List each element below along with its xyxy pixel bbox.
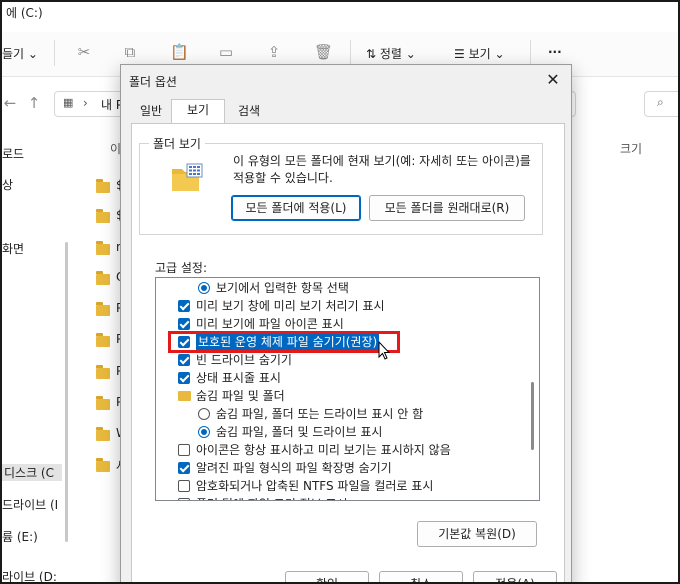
cut-icon[interactable]: ✂ xyxy=(76,43,92,61)
advanced-setting-label: 보기에서 입력한 항목 선택 xyxy=(216,281,349,295)
annotation-highlight-box xyxy=(168,331,400,353)
scrollbar-thumb[interactable] xyxy=(531,382,534,450)
folder-icon xyxy=(96,209,110,223)
advanced-setting-row[interactable]: 숨김 파일 및 폴더 xyxy=(156,387,526,405)
cancel-button[interactable]: 취소 xyxy=(379,571,463,582)
tab-view[interactable]: 보기 xyxy=(171,99,225,123)
nav-item[interactable]: 드라이브 (I xyxy=(2,496,58,513)
breadcrumb-chevron-icon: › xyxy=(83,96,88,110)
advanced-setting-label: 암호화되거나 압축된 NTFS 파일을 컬러로 표시 xyxy=(196,479,434,493)
screenshot-frame: 에 (C:) 들기 ⌄ ✂ ⧉ 📋 ▭ ⇪ 🗑 ⇅ 정렬 ⌄ ☰ 보기 ⌄ ··… xyxy=(0,0,680,584)
copy-icon[interactable]: ⧉ xyxy=(122,43,138,61)
advanced-setting-label: 빈 드라이브 숨기기 xyxy=(196,353,292,367)
checkbox-checked-icon[interactable] xyxy=(178,318,190,330)
folder-icon xyxy=(178,391,191,401)
folder-icon xyxy=(96,365,110,379)
close-icon[interactable]: ✕ xyxy=(541,69,565,91)
advanced-setting-row[interactable]: 상태 표시줄 표시 xyxy=(156,369,526,387)
reset-folders-button[interactable]: 모든 폴더를 원래대로(R) xyxy=(369,195,525,221)
folder-icon xyxy=(96,179,110,193)
folder-icon xyxy=(96,241,110,255)
folder-icon xyxy=(96,333,110,347)
more-button[interactable]: ··· xyxy=(548,45,562,59)
search-icon: ⌕ xyxy=(657,95,664,109)
checkbox-checked-icon[interactable] xyxy=(178,462,190,474)
nav-item[interactable]: 륨 (E:) xyxy=(2,528,38,545)
advanced-setting-row[interactable]: 숨김 파일, 폴더 및 드라이브 표시 xyxy=(156,423,526,441)
advanced-setting-row[interactable]: 보기에서 입력한 항목 선택 xyxy=(156,279,526,297)
advanced-setting-label: 아이콘은 항상 표시하고 미리 보기는 표시하지 않음 xyxy=(196,443,451,457)
advanced-setting-row[interactable]: 폴더 팁에 파일 크기 정보 표시 xyxy=(156,495,526,500)
checkbox-unchecked-icon[interactable] xyxy=(178,480,190,492)
tab-general[interactable]: 일반 xyxy=(131,101,171,121)
restore-defaults-button[interactable]: 기본값 복원(D) xyxy=(417,521,537,547)
up-arrow-icon[interactable]: ↑ xyxy=(26,94,42,112)
advanced-setting-row[interactable]: 암호화되거나 압축된 NTFS 파일을 컬러로 표시 xyxy=(156,477,526,495)
radio-selected-icon[interactable] xyxy=(198,282,210,294)
apply-button[interactable]: 적용(A) xyxy=(473,571,557,582)
search-input[interactable]: ⌕ xyxy=(644,91,678,117)
advanced-setting-row[interactable]: 미리 보기 창에 미리 보기 처리기 표시 xyxy=(156,297,526,315)
rename-icon[interactable]: ▭ xyxy=(218,43,234,61)
folder-icon xyxy=(96,458,110,472)
advanced-setting-label: 숨김 파일, 폴더 및 드라이브 표시 xyxy=(216,425,383,439)
checkbox-unchecked-icon[interactable] xyxy=(178,444,190,456)
toolbar-separator xyxy=(530,40,531,66)
advanced-setting-label: 상태 표시줄 표시 xyxy=(196,371,281,385)
advanced-setting-row[interactable]: 빈 드라이브 숨기기 xyxy=(156,351,526,369)
toolbar-separator xyxy=(350,40,351,66)
advanced-settings-list[interactable]: 보기에서 입력한 항목 선택 미리 보기 창에 미리 보기 처리기 표시 미리 보기… xyxy=(155,277,540,501)
nav-item[interactable]: 상 xyxy=(2,176,13,193)
advanced-setting-label: 숨김 파일 및 폴더 xyxy=(196,389,285,403)
advanced-settings-label: 고급 설정: xyxy=(155,261,208,275)
apply-to-folders-button[interactable]: 모든 폴더에 적용(L) xyxy=(231,195,361,221)
window-title: 에 (C:) xyxy=(6,6,43,20)
checkbox-checked-icon[interactable] xyxy=(178,372,190,384)
advanced-setting-row[interactable]: 아이콘은 항상 표시하고 미리 보기는 표시하지 않음 xyxy=(156,441,526,459)
checkbox-checked-icon[interactable] xyxy=(178,354,190,366)
folder-icon xyxy=(96,396,110,410)
new-button[interactable]: 들기 ⌄ xyxy=(2,45,38,62)
nav-scrollbar[interactable] xyxy=(65,242,68,542)
back-arrow-icon[interactable]: ← xyxy=(2,94,18,112)
nav-item[interactable]: 로드 xyxy=(2,145,24,162)
dialog-title: 폴더 옵션 xyxy=(129,75,177,89)
paste-icon[interactable]: 📋 xyxy=(170,43,189,61)
column-header-size[interactable]: 크기 xyxy=(620,140,642,157)
checkbox-unchecked-icon[interactable] xyxy=(178,498,190,500)
folder-icon xyxy=(96,302,110,316)
mouse-cursor-icon xyxy=(378,341,390,360)
pc-icon: ▦ xyxy=(63,96,74,109)
nav-item[interactable]: 라이브 (D: xyxy=(2,568,57,582)
folder-view-icon xyxy=(172,163,203,191)
delete-icon[interactable]: 🗑 xyxy=(314,43,333,61)
checkbox-checked-icon[interactable] xyxy=(178,300,190,312)
folder-options-dialog: 폴더 옵션 ✕ 일반 보기 검색 폴더 보기 이 유형의 모든 폴더에 현재 보… xyxy=(120,64,572,582)
advanced-setting-label: 알려진 파일 형식의 파일 확장명 숨기기 xyxy=(196,461,392,475)
toolbar-separator xyxy=(54,40,55,66)
nav-item[interactable]: 화면 xyxy=(2,240,24,257)
folder-icon xyxy=(96,427,110,441)
nav-item[interactable]: 디스크 (C xyxy=(2,464,62,481)
share-icon[interactable]: ⇪ xyxy=(266,43,282,61)
sort-button[interactable]: ⇅ 정렬 ⌄ xyxy=(366,45,416,62)
ok-button[interactable]: 확인 xyxy=(285,571,369,582)
view-button[interactable]: ☰ 보기 ⌄ xyxy=(454,45,505,62)
radio-selected-icon[interactable] xyxy=(198,426,210,438)
advanced-setting-row[interactable]: 알려진 파일 형식의 파일 확장명 숨기기 xyxy=(156,459,526,477)
advanced-setting-row[interactable]: 숨김 파일, 폴더 또는 드라이브 표시 안 함 xyxy=(156,405,526,423)
advanced-setting-label: 숨김 파일, 폴더 또는 드라이브 표시 안 함 xyxy=(216,407,424,421)
radio-unselected-icon[interactable] xyxy=(198,408,210,420)
folder-view-description: 이 유형의 모든 폴더에 현재 보기(예: 자세히 또는 아이콘)를 적용할 수… xyxy=(233,154,531,185)
advanced-setting-label: 폴더 팁에 파일 크기 정보 표시 xyxy=(196,495,348,500)
folder-icon xyxy=(96,271,110,285)
folder-view-legend: 폴더 보기 xyxy=(149,135,205,152)
advanced-setting-label: 미리 보기 창에 미리 보기 처리기 표시 xyxy=(196,299,385,313)
advanced-list-scrollbar[interactable] xyxy=(528,278,538,500)
tab-search[interactable]: 검색 xyxy=(227,101,271,121)
